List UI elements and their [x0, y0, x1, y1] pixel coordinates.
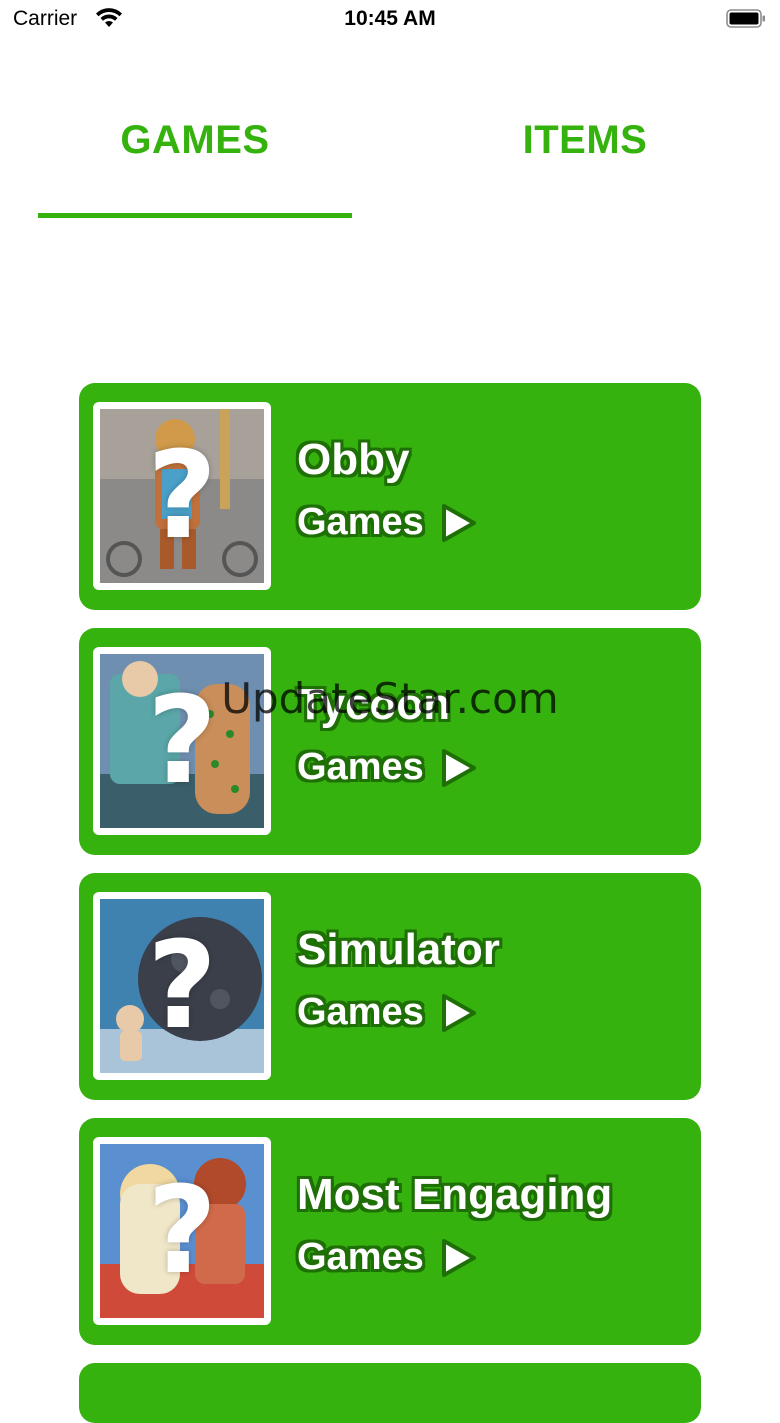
question-mark-icon: ?	[147, 671, 217, 811]
card-title: Most Engaging	[297, 1170, 613, 1219]
status-bar: Carrier 10:45 AM	[0, 0, 780, 40]
card-subtitle: Games	[297, 501, 478, 544]
status-time: 10:45 AM	[344, 7, 436, 30]
card-simulator-games[interactable]: ? Simulator Games	[79, 873, 701, 1100]
card-subtitle-label: Games	[297, 501, 424, 543]
card-title: Tycoon	[297, 680, 451, 729]
card-title: Obby	[297, 435, 410, 484]
card-subtitle-label: Games	[297, 1236, 424, 1278]
game-category-list: ? Obby Games ? Tycoon Games ? Simulator …	[79, 383, 701, 1363]
card-title: Simulator	[297, 925, 500, 974]
card-obby-games[interactable]: ? Obby Games	[79, 383, 701, 610]
card-subtitle-label: Games	[297, 746, 424, 788]
card-subtitle: Games	[297, 1236, 478, 1279]
tab-selected-indicator	[38, 213, 352, 218]
card-thumbnail: ?	[93, 892, 271, 1080]
tab-bar: GAMES ITEMS	[0, 100, 780, 220]
card-thumbnail: ?	[93, 647, 271, 835]
battery-icon	[726, 9, 765, 28]
card-most-engaging-games[interactable]: ? Most Engaging Games	[79, 1118, 701, 1345]
card-subtitle: Games	[297, 746, 478, 789]
play-arrow-icon	[441, 1238, 476, 1277]
card-thumbnail: ?	[93, 402, 271, 590]
tab-items[interactable]: ITEMS	[390, 118, 780, 163]
question-mark-icon: ?	[147, 426, 217, 566]
card-subtitle: Games	[297, 991, 478, 1034]
question-mark-icon: ?	[147, 1161, 217, 1301]
play-arrow-icon	[441, 748, 476, 787]
card-thumbnail: ?	[93, 1137, 271, 1325]
card-subtitle-label: Games	[297, 991, 424, 1033]
card-tycoon-games[interactable]: ? Tycoon Games	[79, 628, 701, 855]
tab-games[interactable]: GAMES	[0, 118, 390, 163]
question-mark-icon: ?	[147, 916, 217, 1056]
play-arrow-icon	[441, 503, 476, 542]
card-partial-next[interactable]	[79, 1363, 701, 1423]
play-arrow-icon	[441, 993, 476, 1032]
